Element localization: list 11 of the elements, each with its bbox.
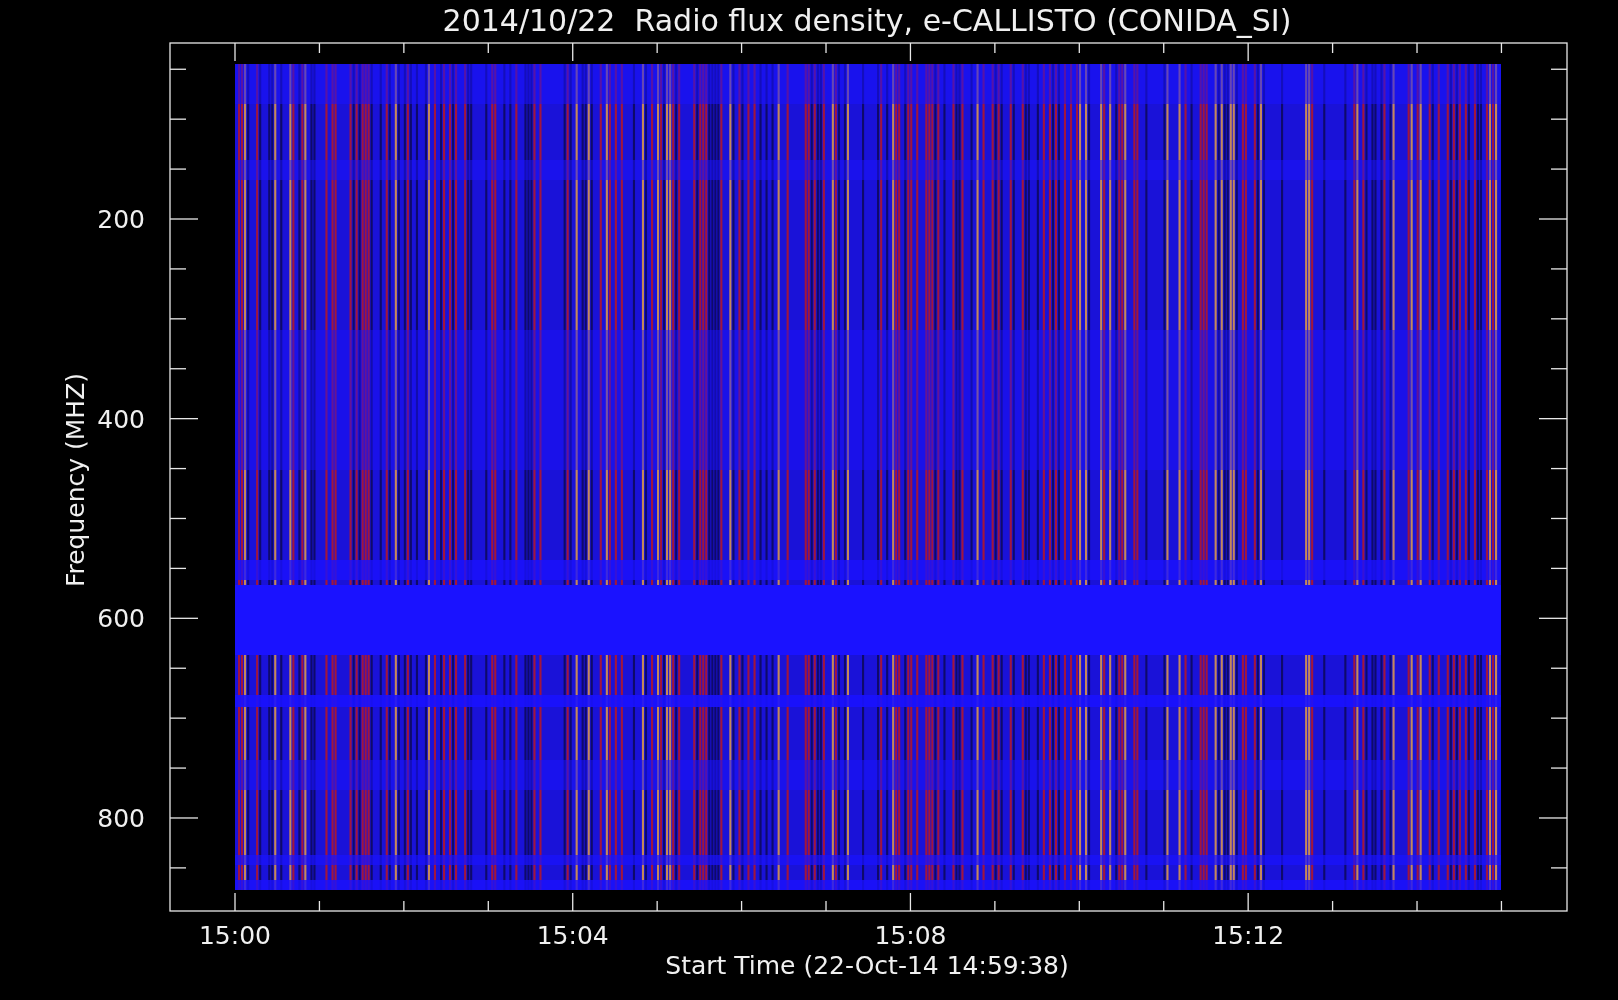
tick-label: 200: [97, 205, 145, 234]
axis-title: Frequency (MHZ): [61, 372, 90, 588]
axis-title: Start Time (22-Oct-14 14:59:38): [665, 951, 1069, 980]
tick-label: 15:08: [874, 921, 947, 950]
tick-label: 400: [97, 404, 145, 434]
tick-label: 800: [97, 804, 145, 833]
tick-label: 15:00: [199, 921, 271, 950]
tick-label: 600: [97, 604, 145, 634]
tick-label: 15:04: [536, 921, 609, 950]
chart-title: 2014/10/22 Radio flux density, e-CALLISTO (CONIDA_SI): [442, 3, 1292, 38]
tick-label: 15:12: [1212, 921, 1285, 950]
